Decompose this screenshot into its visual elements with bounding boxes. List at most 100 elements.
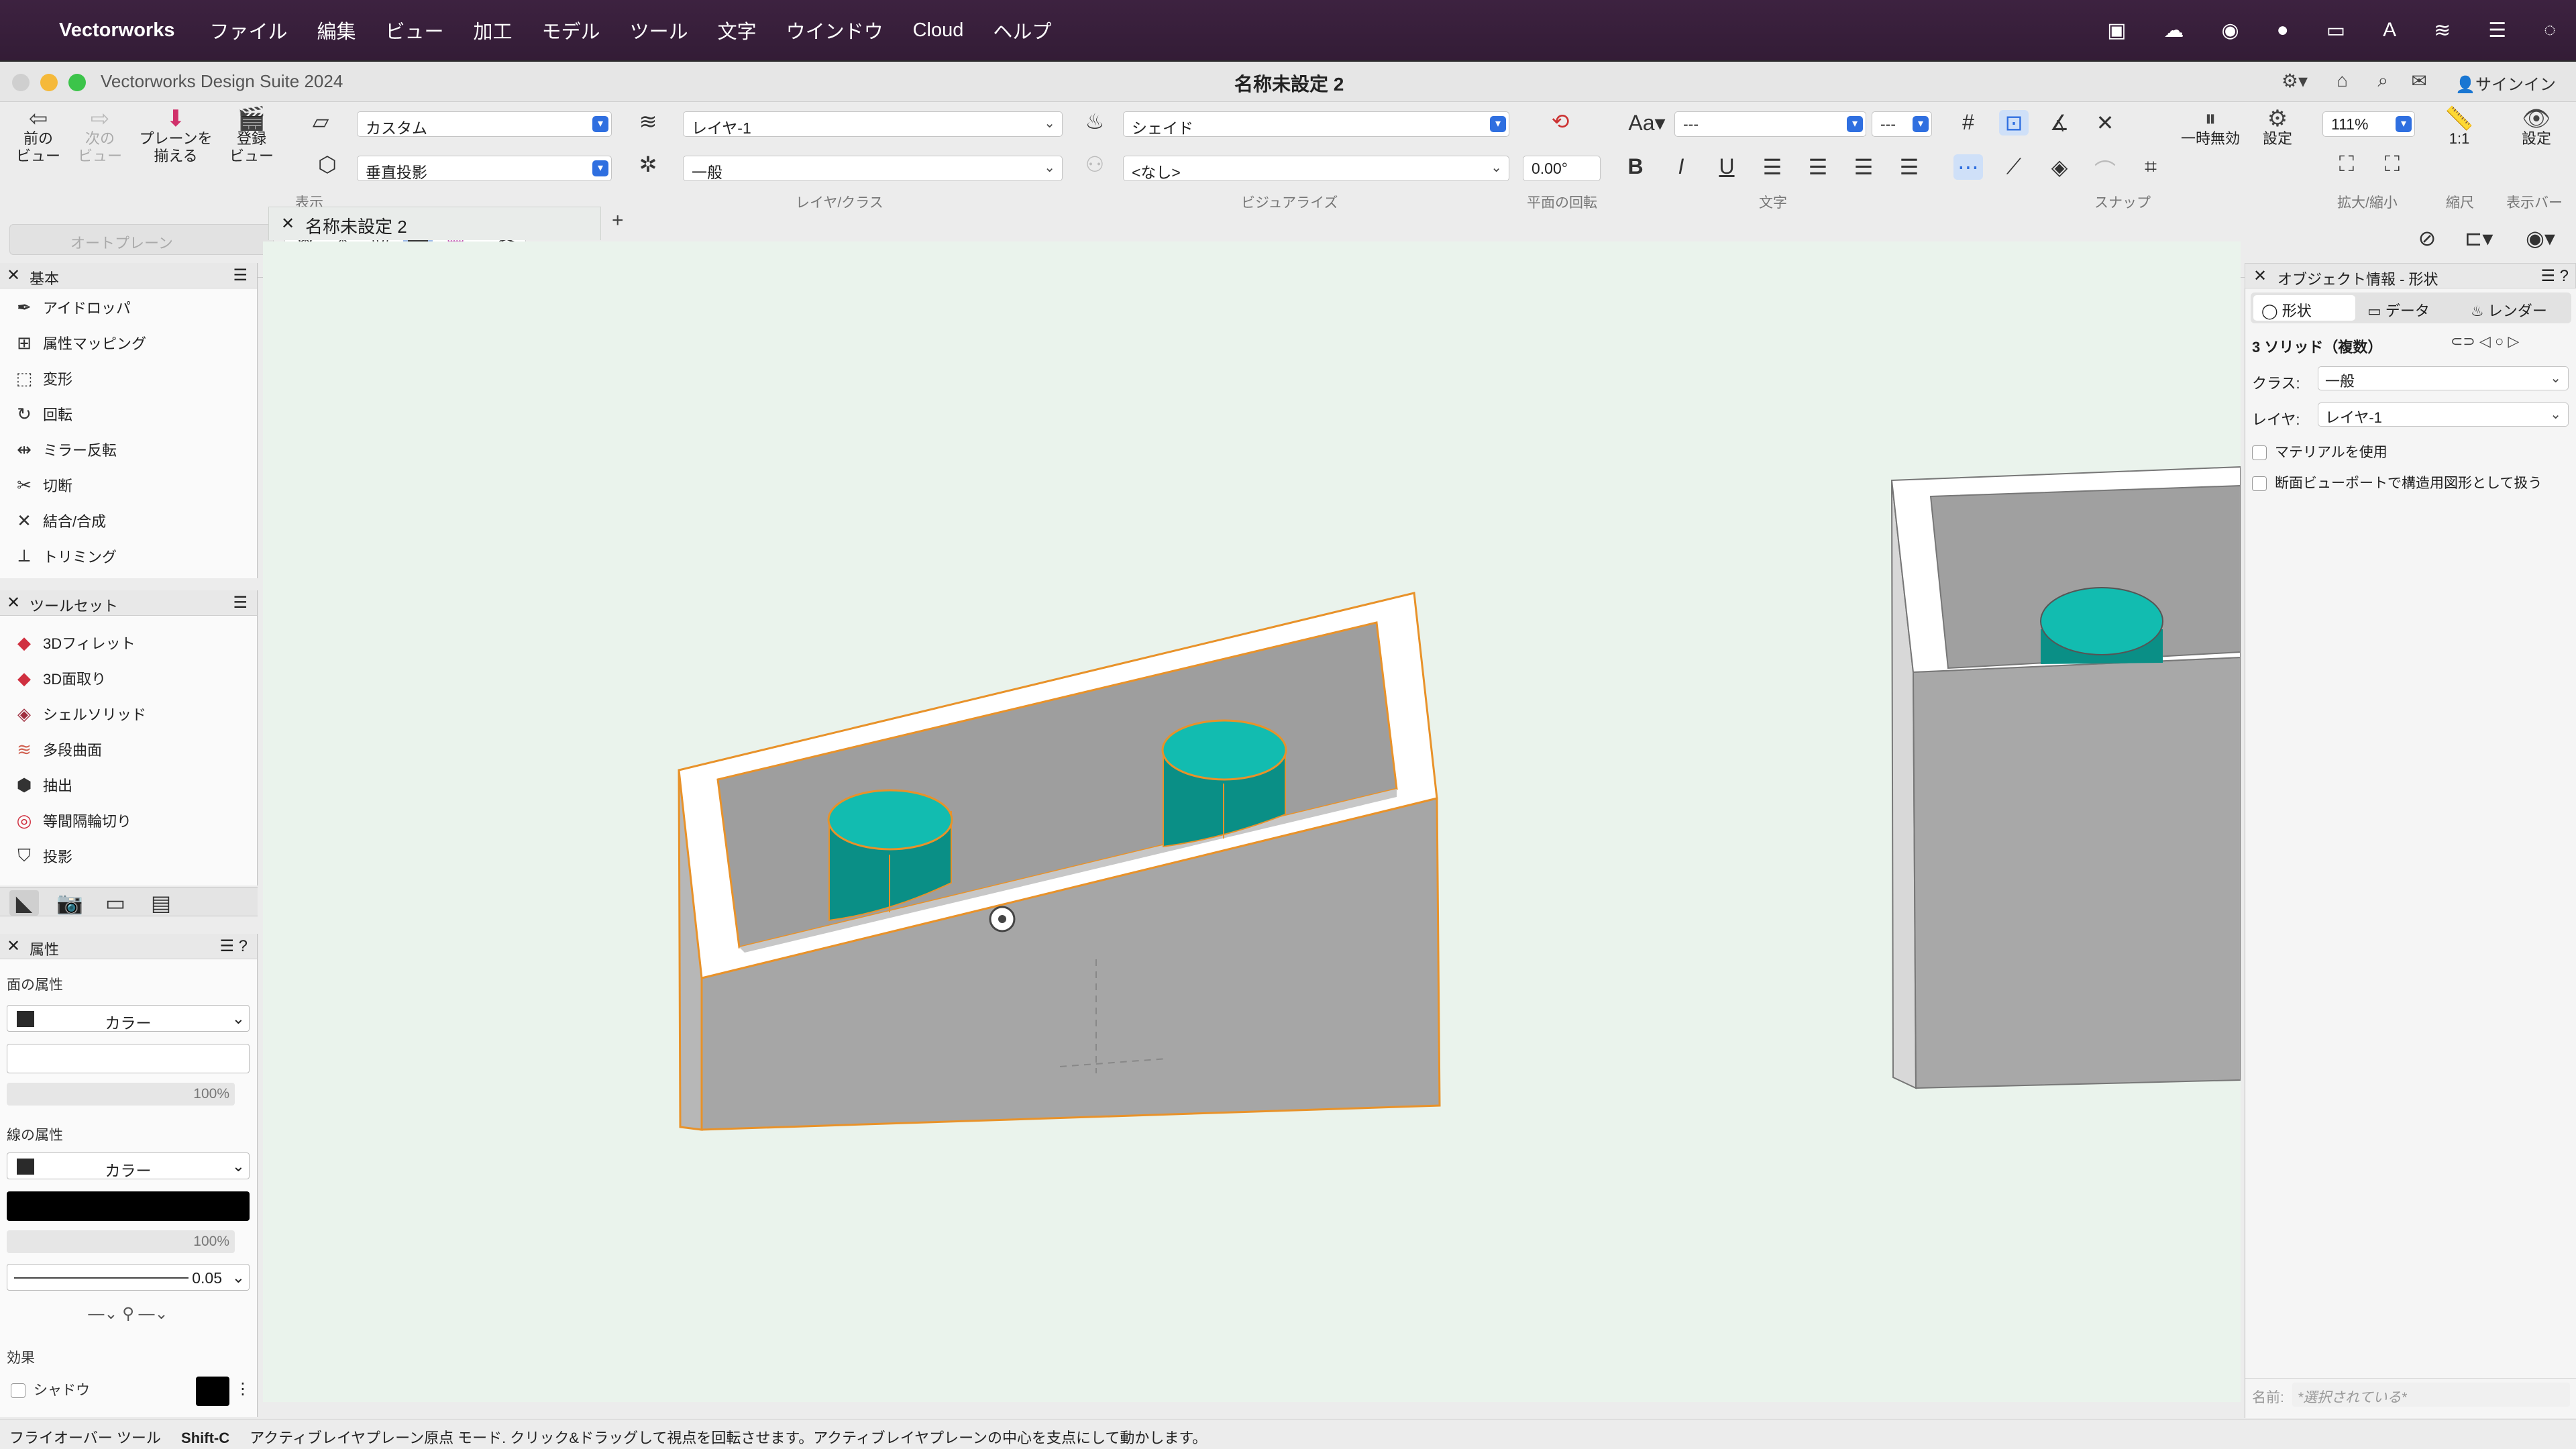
help-icon[interactable]: ☰ ?	[2540, 266, 2569, 286]
view-icon[interactable]: ▱	[306, 109, 335, 134]
selected-solid-group[interactable]	[678, 592, 1441, 1131]
menu-file[interactable]: ファイル	[209, 16, 287, 44]
battery-icon[interactable]: ▭	[2326, 19, 2345, 42]
display-bar-settings-button[interactable]: 👁 設定	[2506, 107, 2567, 148]
vpn-icon[interactable]: ◉	[2221, 19, 2239, 42]
signin-button[interactable]: 👤サインイン	[2455, 71, 2556, 95]
tool-project[interactable]: ⛉ 投影	[12, 845, 72, 867]
next-object-icon[interactable]: ▷	[2508, 333, 2519, 350]
layer-select[interactable]: レイヤ-1 ⌄	[683, 111, 1063, 137]
next-view-button[interactable]: ⇨ 次の ビュー	[71, 107, 129, 165]
building-toolset-icon[interactable]: ▤	[146, 890, 176, 916]
oip-class-select[interactable]: 一般 ⌄	[2318, 366, 2569, 390]
fit-to-objects-icon[interactable]: ⛶	[2377, 152, 2407, 177]
tool-extract[interactable]: ⬢ 抽出	[12, 774, 72, 796]
tool-shell-solid[interactable]: ◈ シェルソリッド	[12, 703, 146, 724]
snap-tangent-icon[interactable]: ⟋	[1999, 154, 2029, 180]
fill-opacity-slider[interactable]: 100%	[7, 1083, 235, 1106]
snap-distance-icon[interactable]: ⋯	[1953, 154, 1983, 180]
class-select[interactable]: 一般 ⌄	[683, 156, 1063, 181]
plane-mode-icon[interactable]: ⊏▾	[2455, 225, 2502, 251]
class-icon[interactable]: ✲	[633, 152, 663, 177]
drawing-viewport[interactable]	[263, 241, 2241, 1402]
second-solid-group[interactable]	[1890, 466, 2241, 1089]
underline-icon[interactable]: U	[1712, 154, 1741, 179]
control-center-icon[interactable]: ☰	[2488, 19, 2506, 42]
add-tab-icon[interactable]: +	[612, 209, 624, 232]
italic-icon[interactable]: I	[1666, 154, 1696, 179]
layer-icon[interactable]: ≋	[633, 109, 663, 134]
tool-mirror[interactable]: ⇹ ミラー反転	[12, 439, 117, 460]
close-icon[interactable]: ✕	[7, 936, 20, 956]
mail-icon[interactable]: ✉	[2412, 70, 2427, 92]
oip-nav-controls[interactable]: ⊂⊃ ◁ ○ ▷	[2451, 333, 2519, 350]
justify-icon[interactable]: ☰	[1894, 154, 1924, 180]
zoom-window-button[interactable]	[68, 74, 86, 91]
tool-trim[interactable]: ⟂ トリミング	[12, 545, 117, 567]
menu-model[interactable]: モデル	[542, 16, 600, 44]
section-viewport-checkbox[interactable]: 断面ビューポートで構造用図形として扱う	[2252, 472, 2542, 492]
camera-icon[interactable]: ▣	[2107, 19, 2126, 42]
current-object-icon[interactable]: ○	[2495, 333, 2504, 350]
wifi-icon[interactable]: ≋	[2434, 19, 2451, 42]
fill-type-select[interactable]: カラー ⌄	[7, 1005, 250, 1032]
bold-icon[interactable]: B	[1621, 154, 1650, 179]
tab-render[interactable]: ♨ レンダー	[2465, 295, 2570, 321]
menu-help[interactable]: ヘルプ	[993, 16, 1051, 44]
link-icon[interactable]: ⊂⊃	[2451, 333, 2475, 350]
menu-edit[interactable]: 編集	[317, 16, 356, 44]
line-weight-select[interactable]: 0.05 ⌄	[7, 1264, 250, 1291]
render-teapot-icon[interactable]: ♨	[1080, 109, 1110, 134]
view-select[interactable]: カスタム ▾	[357, 111, 612, 137]
snap-edge-icon[interactable]: ⌒	[2090, 154, 2120, 185]
menu-tools[interactable]: ツール	[630, 16, 688, 44]
line-color-swatch[interactable]	[17, 1159, 34, 1175]
font-select[interactable]: --- ▾	[1674, 111, 1866, 137]
snap-point-icon[interactable]: ◈	[2045, 154, 2074, 180]
modeling-toolset-icon[interactable]: ◣	[9, 890, 39, 916]
plane-rotation-field[interactable]: 0.00°	[1523, 156, 1601, 181]
help-icon[interactable]: ☰ ?	[219, 936, 248, 956]
hidden-line-icon[interactable]: ⊘	[2412, 225, 2442, 251]
fill-color-preview[interactable]	[7, 1044, 250, 1073]
tool-rotate[interactable]: ↻ 回転	[12, 403, 72, 425]
fill-color-swatch[interactable]	[17, 1011, 34, 1027]
snap-object-icon[interactable]: ⊡	[1999, 110, 2029, 136]
viewport-options-icon[interactable]: ◉▾	[2517, 225, 2564, 251]
font-icon[interactable]: Aa▾	[1623, 110, 1670, 136]
projection-icon[interactable]: ⬡	[313, 152, 342, 177]
align-right-icon[interactable]: ☰	[1849, 154, 1878, 180]
shadow-options-icon[interactable]: ⋮	[235, 1379, 251, 1399]
use-material-checkbox[interactable]: マテリアルを使用	[2252, 441, 2387, 462]
tool-3d-fillet[interactable]: ◆ 3Dフィレット	[12, 632, 136, 653]
saved-view-button[interactable]: 🎬 登録 ビュー	[221, 107, 282, 165]
fit-to-window-icon[interactable]: ⛶	[2332, 152, 2361, 177]
auto-plane-button[interactable]: オートプレーン	[9, 224, 274, 255]
home-icon[interactable]: ⌂	[2337, 70, 2348, 91]
scale-button[interactable]: 📏 1:1	[2432, 107, 2486, 148]
tab-data[interactable]: ▭ データ	[2359, 295, 2461, 321]
lighting-select[interactable]: <なし> ⌄	[1123, 156, 1509, 181]
line-opacity-slider[interactable]: 100%	[7, 1230, 235, 1253]
snap-settings-button[interactable]: ⚙ 設定	[2247, 107, 2308, 148]
line-color-preview[interactable]	[7, 1191, 250, 1221]
input-source-icon[interactable]: A	[2383, 19, 2396, 42]
font-size-select[interactable]: --- ▾	[1872, 111, 1932, 137]
menu-cloud[interactable]: Cloud	[913, 19, 964, 42]
menu-view[interactable]: ビュー	[386, 16, 444, 44]
gear-icon[interactable]: ⚙▾	[2282, 70, 2308, 92]
plane-rotation-icon[interactable]: ⟲	[1546, 109, 1575, 134]
tool-reshape[interactable]: ⬚ 変形	[12, 368, 72, 389]
align-left-icon[interactable]: ☰	[1758, 154, 1787, 180]
search-icon[interactable]: ⌕	[2377, 70, 2388, 92]
menu-icon[interactable]: ☰	[233, 266, 248, 285]
prev-view-button[interactable]: ⇦ 前の ビュー	[9, 107, 67, 165]
shadow-color-swatch[interactable]	[196, 1377, 229, 1406]
tool-loft-surface[interactable]: ≋ 多段曲面	[12, 739, 102, 760]
tool-3d-chamfer[interactable]: ◆ 3D面取り	[12, 667, 106, 689]
arrowheads-control[interactable]: —⌄ ⚲ —⌄	[7, 1304, 250, 1327]
dimension-toolset-icon[interactable]: ▭	[101, 890, 130, 916]
menu-modify[interactable]: 加工	[474, 16, 513, 44]
snap-intersection-icon[interactable]: ✕	[2090, 110, 2120, 136]
menu-window[interactable]: ウインドウ	[786, 16, 883, 44]
